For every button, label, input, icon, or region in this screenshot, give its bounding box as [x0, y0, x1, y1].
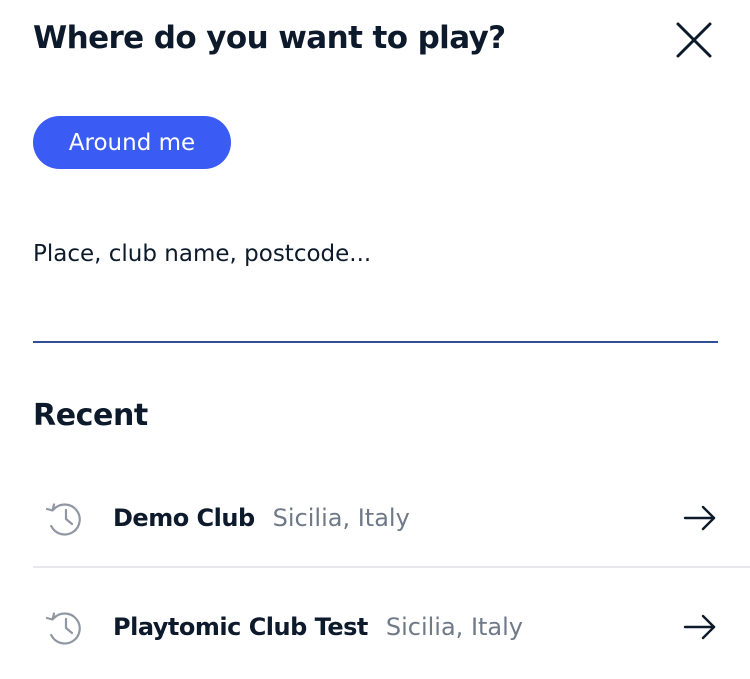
- page-title: Where do you want to play?: [33, 20, 506, 56]
- close-icon: [676, 22, 712, 58]
- recent-item[interactable]: Demo Club Sicilia, Italy: [33, 470, 750, 568]
- recent-heading: Recent: [33, 398, 148, 433]
- close-button[interactable]: [668, 14, 720, 66]
- club-name: Playtomic Club Test: [113, 613, 368, 641]
- location-search-screen: Where do you want to play? Around me Rec…: [0, 0, 750, 679]
- arrow-right-icon: [683, 505, 716, 531]
- around-me-label: Around me: [68, 129, 196, 156]
- club-location: Sicilia, Italy: [385, 613, 524, 641]
- history-icon: [45, 503, 81, 536]
- arrow-right-icon: [683, 614, 716, 640]
- club-name: Demo Club: [113, 504, 255, 532]
- recent-item[interactable]: Playtomic Club Test Sicilia, Italy: [33, 582, 750, 672]
- search-field: [33, 232, 718, 343]
- history-icon: [45, 612, 81, 645]
- search-input[interactable]: [33, 232, 718, 276]
- club-location: Sicilia, Italy: [272, 504, 410, 532]
- around-me-button[interactable]: Around me: [33, 116, 231, 169]
